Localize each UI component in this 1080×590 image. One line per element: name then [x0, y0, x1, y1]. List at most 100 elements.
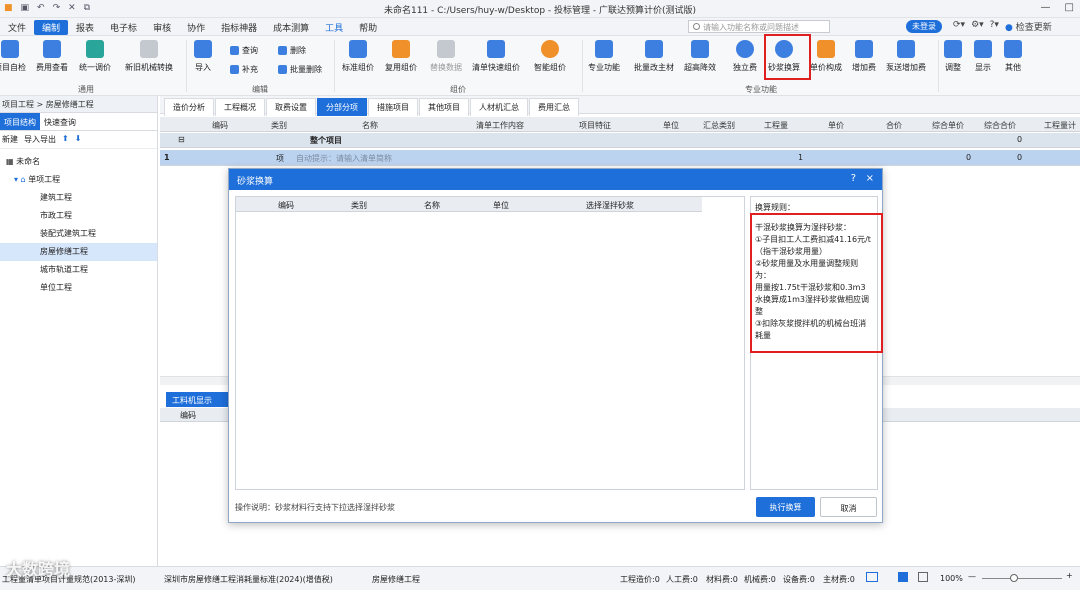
menu-help[interactable]: 帮助 [351, 21, 385, 35]
menu-compose[interactable]: 编制 [34, 20, 69, 35]
col-quantity-calc[interactable]: 工程量计 [1040, 120, 1080, 131]
quick-compose-button[interactable]: 清单快速组价 [472, 40, 520, 73]
add-fee-button[interactable]: 增加费 [852, 40, 876, 73]
dlg-col-type[interactable]: 类别 [336, 200, 382, 211]
tree-item-municipal[interactable]: 市政工程 [0, 207, 157, 225]
tab-measures[interactable]: 措施项目 [368, 98, 418, 116]
replace-data-button[interactable]: 替换数据 [430, 40, 462, 73]
unified-price-button[interactable]: 统一调价 [79, 40, 111, 73]
col-unit-price[interactable]: 单价 [816, 120, 856, 131]
update-button[interactable]: ● 检查更新 [1005, 20, 1052, 33]
minimize-button[interactable]: — [1041, 2, 1051, 13]
pump-fee-button[interactable]: 泵送增加费 [886, 40, 926, 73]
settings-icon[interactable]: ⚙▾ [971, 20, 984, 33]
fee-view-button[interactable]: 费用查看 [36, 40, 68, 73]
dlg-col-code[interactable]: 编码 [236, 200, 336, 211]
zoom-slider-handle[interactable] [1010, 574, 1018, 582]
tab-labor-display[interactable]: 工料机显示 [166, 392, 228, 407]
tab-fee-settings[interactable]: 取费设置 [266, 98, 316, 116]
standard-compose-button[interactable]: 标准组价 [342, 40, 374, 73]
col-code[interactable]: 编码 [190, 120, 250, 131]
move-down-icon[interactable]: ⬇ [75, 134, 82, 145]
project-check-button[interactable]: 项目自检 [0, 40, 26, 73]
tab-sub-items[interactable]: 分部分项 [317, 98, 367, 116]
layout-icon[interactable] [898, 572, 908, 582]
login-button[interactable]: 未登录 [906, 20, 942, 33]
collapse-icon[interactable]: ⊟ [178, 135, 185, 144]
batch-main-material-button[interactable]: 批量改主材 [634, 40, 674, 73]
tab-labor-material[interactable]: 人材机汇总 [470, 98, 528, 116]
col-feature[interactable]: 项目特征 [560, 120, 630, 131]
menu-e-bid[interactable]: 电子标 [102, 21, 145, 35]
tab-cost-analysis[interactable]: 造价分析 [164, 98, 214, 116]
supplement-button[interactable]: 补充 [230, 64, 258, 75]
sync-icon[interactable]: ⟳▾ [953, 20, 965, 33]
col-type[interactable]: 类别 [264, 120, 294, 131]
tree-item-root[interactable]: ▦ 未命名 [0, 153, 157, 171]
dlg-col-name[interactable]: 名称 [382, 200, 482, 211]
new-button[interactable]: 新建 [2, 134, 18, 145]
import-export-button[interactable]: 导入导出 [24, 134, 56, 145]
layout-alt-icon[interactable] [918, 572, 928, 582]
execute-convert-button[interactable]: 执行换算 [756, 497, 815, 517]
menu-collab[interactable]: 协作 [179, 21, 213, 35]
dlg-col-select-mortar[interactable]: 选择湿拌砂浆 [520, 200, 700, 211]
col-total[interactable]: 合价 [876, 120, 912, 131]
row-hint[interactable]: 自动提示：请输入清单简称 [296, 153, 392, 164]
tab-overview[interactable]: 工程概况 [215, 98, 265, 116]
adjust-button[interactable]: 调整 [944, 40, 962, 73]
menu-index[interactable]: 指标神器 [213, 21, 265, 35]
zoom-in-icon[interactable]: + [1066, 571, 1073, 580]
query-button[interactable]: 查询 [230, 45, 258, 56]
close-icon[interactable]: × [866, 173, 874, 184]
col-comp-unit-price[interactable]: 综合单价 [926, 120, 970, 131]
col-name[interactable]: 名称 [340, 120, 400, 131]
menu-tools[interactable]: 工具 [317, 21, 351, 35]
menu-cost-estimate[interactable]: 成本测算 [265, 21, 317, 35]
super-high-button[interactable]: 超高降效 [684, 40, 716, 73]
col-quantity[interactable]: 工程量 [756, 120, 796, 131]
menu-report[interactable]: 报表 [68, 21, 102, 35]
batch-delete-button[interactable]: 批量删除 [278, 64, 322, 75]
reuse-compose-button[interactable]: 复用组价 [385, 40, 417, 73]
col-comp-total[interactable]: 综合合价 [978, 120, 1022, 131]
table-row[interactable]: ⊟ 整个项目 0 [160, 133, 1080, 148]
display-button[interactable]: 显示 [974, 40, 992, 73]
import-button[interactable]: 导入 [194, 40, 212, 73]
tree-item-repair[interactable]: 房屋修缮工程 [0, 243, 157, 261]
move-up-icon[interactable]: ⬆ [62, 134, 69, 145]
smart-compose-button[interactable]: 智能组价 [534, 40, 566, 73]
tree-item-rail[interactable]: 城市轨道工程 [0, 261, 157, 279]
help-icon[interactable]: ?▾ [990, 20, 999, 33]
help-icon[interactable]: ? [851, 173, 856, 184]
lower-col-code[interactable]: 编码 [180, 410, 196, 421]
col-summary-type[interactable]: 汇总类别 [694, 120, 744, 131]
tab-project-structure[interactable]: 项目结构 [0, 113, 40, 130]
col-unit[interactable]: 单位 [656, 120, 686, 131]
machine-convert-button[interactable]: 新旧机械转换 [125, 40, 173, 73]
zoom-out-icon[interactable]: — [968, 572, 976, 581]
tree-item-single[interactable]: ▾ ⌂ 单项工程 [0, 171, 157, 189]
delete-button[interactable]: 删除 [278, 45, 306, 56]
unit-price-composition-button[interactable]: 单价构成 [810, 40, 842, 73]
function-search-input[interactable]: 请输入功能名称或问题描述 [688, 20, 830, 33]
tab-quick-query[interactable]: 快速查询 [40, 113, 80, 130]
special-function-button[interactable]: 专业功能 [588, 40, 620, 73]
group-compose-label: 组价 [450, 85, 466, 94]
zoom-slider[interactable] [982, 578, 1062, 579]
other-button[interactable]: 其他 [1004, 40, 1022, 73]
tree-item-building[interactable]: 建筑工程 [0, 189, 157, 207]
menu-review[interactable]: 审核 [145, 21, 179, 35]
table-row[interactable]: 1 项 自动提示：请输入清单简称 1 0 0 [160, 150, 1080, 166]
tree-item-prefab[interactable]: 装配式建筑工程 [0, 225, 157, 243]
maximize-button[interactable]: □ [1065, 2, 1074, 13]
col-work-content[interactable]: 清单工作内容 [460, 120, 540, 131]
tree-item-unit[interactable]: 单位工程 [0, 279, 157, 297]
tab-fee-summary[interactable]: 费用汇总 [529, 98, 579, 116]
tab-other-items[interactable]: 其他项目 [419, 98, 469, 116]
independent-fee-button[interactable]: 独立费 [733, 40, 757, 73]
view-icon[interactable] [866, 572, 878, 582]
menu-file[interactable]: 文件 [0, 21, 34, 35]
dlg-col-unit[interactable]: 单位 [482, 200, 520, 211]
cancel-button[interactable]: 取消 [820, 497, 877, 517]
